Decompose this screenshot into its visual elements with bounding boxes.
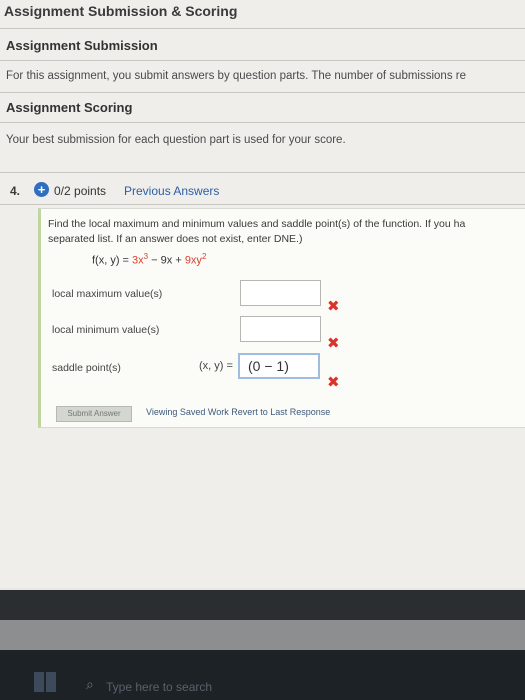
divider <box>0 60 525 61</box>
viewing-saved-work-text: Viewing Saved Work <box>146 407 229 417</box>
question-number: 4. <box>10 184 21 198</box>
page-title: Assignment Submission & Scoring <box>4 3 238 19</box>
function-formula: f(x, y) = 3x3 − 9x + 9xy2 <box>92 252 207 267</box>
divider <box>0 92 525 93</box>
saddle-xy-label: (x, y) = <box>199 360 233 372</box>
previous-answers-link[interactable]: Previous Answers <box>124 184 219 198</box>
submission-heading: Assignment Submission <box>6 38 158 53</box>
saddle-point-input[interactable]: (0 − 1) <box>238 353 320 379</box>
assignment-page: Assignment Submission & Scoring Assignme… <box>0 0 525 588</box>
local-max-input[interactable] <box>240 280 321 306</box>
revert-link[interactable]: Revert to Last Response <box>231 407 330 417</box>
scoring-heading: Assignment Scoring <box>6 100 133 115</box>
question-instruction-2: separated list. If an answer does not ex… <box>48 233 303 245</box>
taskbar <box>0 650 525 700</box>
divider <box>0 122 525 123</box>
local-max-label: local maximum value(s) <box>52 288 163 300</box>
saddle-point-label: saddle point(s) <box>52 362 121 374</box>
x-icon: ✖ <box>327 374 340 391</box>
divider <box>0 172 525 173</box>
plus-icon[interactable]: + <box>34 182 49 197</box>
divider <box>0 28 525 29</box>
x-icon: ✖ <box>327 298 340 315</box>
question-points: 0/2 points <box>54 184 107 198</box>
question-instruction: Find the local maximum and minimum value… <box>48 218 466 230</box>
viewing-status: Viewing Saved Work Revert to Last Respon… <box>146 407 330 417</box>
scoring-text: Your best submission for each question p… <box>6 134 346 146</box>
submit-answer-button[interactable]: Submit Answer <box>56 406 132 422</box>
submission-text: For this assignment, you submit answers … <box>6 70 466 82</box>
x-icon: ✖ <box>327 335 340 352</box>
local-min-label: local minimum value(s) <box>52 324 160 336</box>
divider <box>0 204 525 205</box>
window-area <box>0 620 525 650</box>
taskbar-search-input[interactable]: Type here to search <box>106 680 212 694</box>
search-icon[interactable]: ⌕ <box>86 676 94 693</box>
windows-icon[interactable] <box>34 672 56 692</box>
local-min-input[interactable] <box>240 316 321 342</box>
